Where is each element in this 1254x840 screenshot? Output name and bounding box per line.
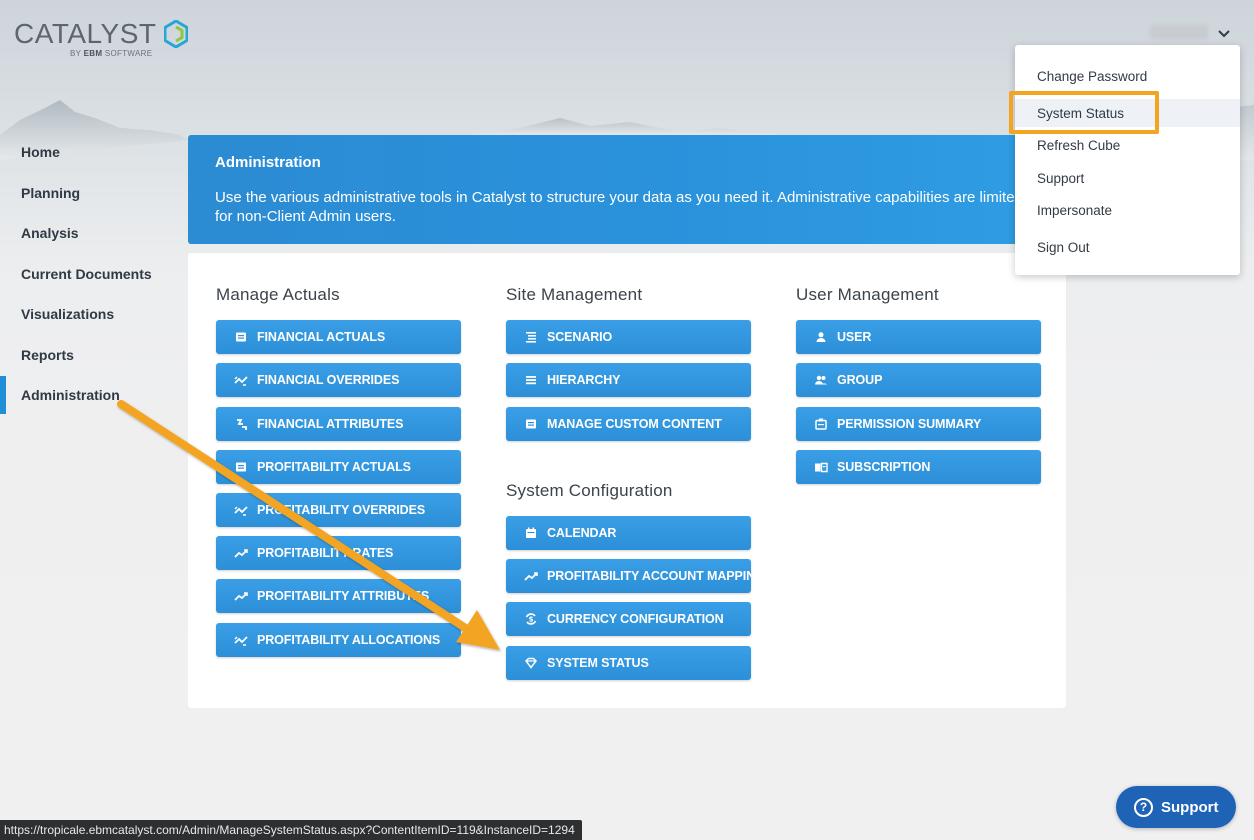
sidebar-item-reports[interactable]: Reports: [0, 335, 170, 376]
calendar-button[interactable]: CALENDAR: [506, 516, 751, 550]
section-title-site-management: Site Management: [506, 285, 643, 304]
calendar-icon: [524, 526, 538, 540]
profitability-rates-button[interactable]: PROFITABILITY RATES: [216, 536, 461, 570]
page-description: Use the various administrative tools in …: [215, 189, 1023, 225]
sidebar-item-analysis[interactable]: Analysis: [0, 213, 170, 254]
diamond-icon: [524, 656, 538, 670]
financial-actuals-button[interactable]: FINANCIAL ACTUALS: [216, 320, 461, 354]
support-button[interactable]: ? Support: [1116, 786, 1236, 828]
list-icon: [524, 373, 538, 387]
group-icon: [814, 373, 828, 387]
menu-item-sign-out[interactable]: Sign Out: [1015, 233, 1240, 261]
section-title-manage-actuals: Manage Actuals: [216, 285, 340, 304]
question-icon: ?: [1134, 797, 1153, 817]
sidebar-item-planning[interactable]: Planning: [0, 173, 170, 214]
menu-item-support[interactable]: Support: [1015, 164, 1240, 192]
trend-up-icon: [234, 589, 248, 603]
admin-banner: Administration Use the various administr…: [188, 135, 1066, 244]
user-icon: [814, 330, 828, 344]
sidebar-item-visualizations[interactable]: Visualizations: [0, 294, 170, 335]
subscription-button[interactable]: SUBSCRIPTION: [796, 450, 1041, 484]
svg-text:$: $: [529, 616, 534, 624]
trend-override-icon: [234, 373, 248, 387]
user-name-blurred[interactable]: [1150, 25, 1208, 39]
sidebar-item-current-documents[interactable]: Current Documents: [0, 254, 170, 295]
financial-overrides-button[interactable]: FINANCIAL OVERRIDES: [216, 363, 461, 397]
sidebar-item-home[interactable]: Home: [0, 132, 170, 173]
trend-override-icon: [234, 503, 248, 517]
trend-up-icon: [524, 569, 538, 583]
financial-attributes-button[interactable]: FINANCIAL ATTRIBUTES: [216, 407, 461, 441]
menu-item-refresh-cube[interactable]: Refresh Cube: [1015, 131, 1240, 159]
permission-icon: [814, 417, 828, 431]
menu-item-impersonate[interactable]: Impersonate: [1015, 196, 1240, 224]
scenario-icon: [524, 330, 538, 344]
profitability-actuals-button[interactable]: PROFITABILITY ACTUALS: [216, 450, 461, 484]
menu-item-change-password[interactable]: Change Password: [1015, 62, 1240, 90]
manage-custom-content-button[interactable]: MANAGE CUSTOM CONTENT: [506, 407, 751, 441]
trend-up-icon: [234, 546, 248, 560]
catalyst-mark-icon: [164, 20, 188, 48]
trend-override-icon: [234, 633, 248, 647]
scenario-button[interactable]: SCENARIO: [506, 320, 751, 354]
group-button[interactable]: GROUP: [796, 363, 1041, 397]
sidebar-nav: Home Planning Analysis Current Documents…: [0, 132, 170, 416]
permission-summary-button[interactable]: PERMISSION SUMMARY: [796, 407, 1041, 441]
page-title: Administration: [215, 154, 321, 171]
chevron-down-icon[interactable]: [1215, 24, 1233, 42]
currency-icon: $: [524, 612, 538, 626]
browser-status-bar: https://tropicale.ebmcatalyst.com/Admin/…: [0, 820, 582, 840]
logo-wordmark: CATALYST: [14, 18, 157, 49]
document-icon: [234, 460, 248, 474]
section-title-user-management: User Management: [796, 285, 939, 304]
subscription-icon: [814, 460, 828, 474]
sidebar-item-administration[interactable]: Administration: [0, 375, 170, 416]
section-title-system-configuration: System Configuration: [506, 481, 673, 500]
catalyst-logo[interactable]: CATALYST BY EBM SOFTWARE: [14, 18, 188, 58]
profitability-overrides-button[interactable]: PROFITABILITY OVERRIDES: [216, 493, 461, 527]
user-dropdown-menu: Change Password System Status Refresh Cu…: [1015, 45, 1240, 275]
user-button[interactable]: USER: [796, 320, 1041, 354]
attributes-icon: [234, 417, 248, 431]
profitability-allocations-button[interactable]: PROFITABILITY ALLOCATIONS: [216, 623, 461, 657]
profitability-account-mapping-button[interactable]: PROFITABILITY ACCOUNT MAPPING: [506, 559, 751, 593]
document-icon: [524, 417, 538, 431]
hierarchy-button[interactable]: HIERARCHY: [506, 363, 751, 397]
system-status-button[interactable]: SYSTEM STATUS: [506, 646, 751, 680]
profitability-attributes-button[interactable]: PROFITABILITY ATTRIBUTES: [216, 579, 461, 613]
document-icon: [234, 330, 248, 344]
currency-configuration-button[interactable]: $ CURRENCY CONFIGURATION: [506, 602, 751, 636]
logo-byline: BY EBM SOFTWARE: [70, 49, 153, 58]
menu-item-system-status[interactable]: System Status: [1015, 99, 1240, 127]
